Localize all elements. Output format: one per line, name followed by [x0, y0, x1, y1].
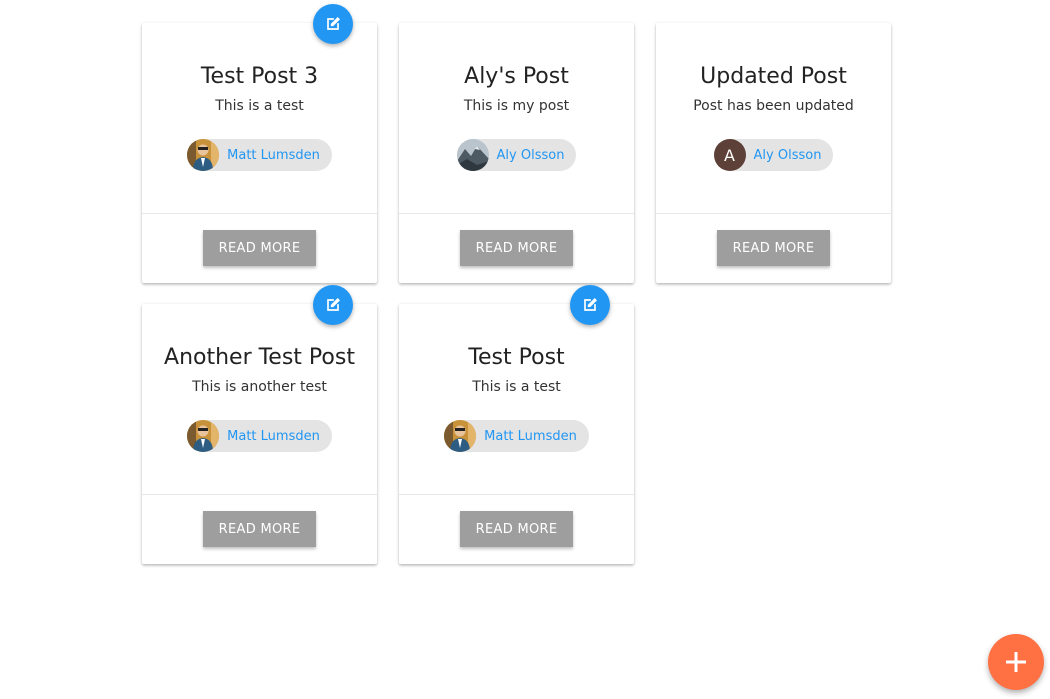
author-name: Matt Lumsden	[227, 428, 320, 444]
post-card-actions: READ MORE	[142, 495, 377, 563]
author-name: Aly Olsson	[753, 147, 822, 163]
plus-icon	[1006, 652, 1026, 672]
post-card: Updated Post Post has been updated A Aly…	[656, 23, 891, 283]
post-card: Another Test Post This is another test M…	[142, 285, 377, 564]
author-chip[interactable]: Matt Lumsden	[444, 420, 589, 452]
read-more-button[interactable]: READ MORE	[203, 230, 316, 266]
post-title: Another Test Post	[164, 345, 355, 370]
post-card-actions: READ MORE	[656, 214, 891, 282]
author-chip[interactable]: Aly Olsson	[456, 139, 577, 171]
post-card-actions: READ MORE	[399, 495, 634, 563]
post-card-content: Test Post This is a test Matt Lumsden	[399, 304, 634, 495]
post-card-content: Another Test Post This is another test M…	[142, 304, 377, 495]
edit-post-button[interactable]	[313, 4, 353, 44]
post-title: Test Post	[468, 345, 565, 370]
edit-post-button[interactable]	[313, 285, 353, 325]
author-avatar	[187, 139, 220, 171]
read-more-button[interactable]: READ MORE	[717, 230, 830, 266]
post-card: Test Post 3 This is a test Matt Lumsden	[142, 4, 377, 283]
read-more-button[interactable]: READ MORE	[460, 230, 573, 266]
author-chip[interactable]: Matt Lumsden	[187, 139, 332, 171]
post-card-actions: READ MORE	[142, 214, 377, 282]
post-title: Test Post 3	[200, 64, 319, 89]
author-avatar	[456, 139, 489, 171]
edit-icon	[584, 298, 597, 311]
post-card: Test Post This is a test Matt Lumsden RE…	[399, 285, 634, 564]
read-more-button[interactable]: READ MORE	[460, 511, 573, 547]
author-name: Aly Olsson	[496, 147, 565, 163]
post-body: This is my post	[463, 98, 570, 114]
author-avatar	[444, 420, 477, 452]
author-avatar: A	[713, 139, 746, 171]
post-title: Updated Post	[700, 64, 847, 89]
edit-post-button[interactable]	[570, 285, 610, 325]
post-card-actions: READ MORE	[399, 214, 634, 282]
post-body: This is a test	[472, 379, 561, 395]
edit-icon	[327, 298, 340, 311]
post-body: This is another test	[192, 379, 327, 395]
post-title: Aly's Post	[464, 64, 569, 89]
author-avatar	[187, 420, 220, 452]
post-card-content: Test Post 3 This is a test Matt Lumsden	[142, 23, 377, 214]
add-post-button[interactable]	[988, 634, 1044, 690]
post-body: This is a test	[215, 98, 304, 114]
posts-grid: Test Post 3 This is a test Matt Lumsden	[142, 4, 891, 564]
author-chip[interactable]: A Aly Olsson	[713, 139, 834, 171]
author-name: Matt Lumsden	[484, 428, 577, 444]
post-body: Post has been updated	[693, 98, 854, 114]
author-chip[interactable]: Matt Lumsden	[187, 420, 332, 452]
post-card-content: Updated Post Post has been updated A Aly…	[656, 23, 891, 214]
author-name: Matt Lumsden	[227, 147, 320, 163]
edit-icon	[327, 17, 340, 30]
post-card: Aly's Post This is my post Aly Olsson RE…	[399, 23, 634, 283]
read-more-button[interactable]: READ MORE	[203, 511, 316, 547]
post-card-content: Aly's Post This is my post Aly Olsson	[399, 23, 634, 214]
